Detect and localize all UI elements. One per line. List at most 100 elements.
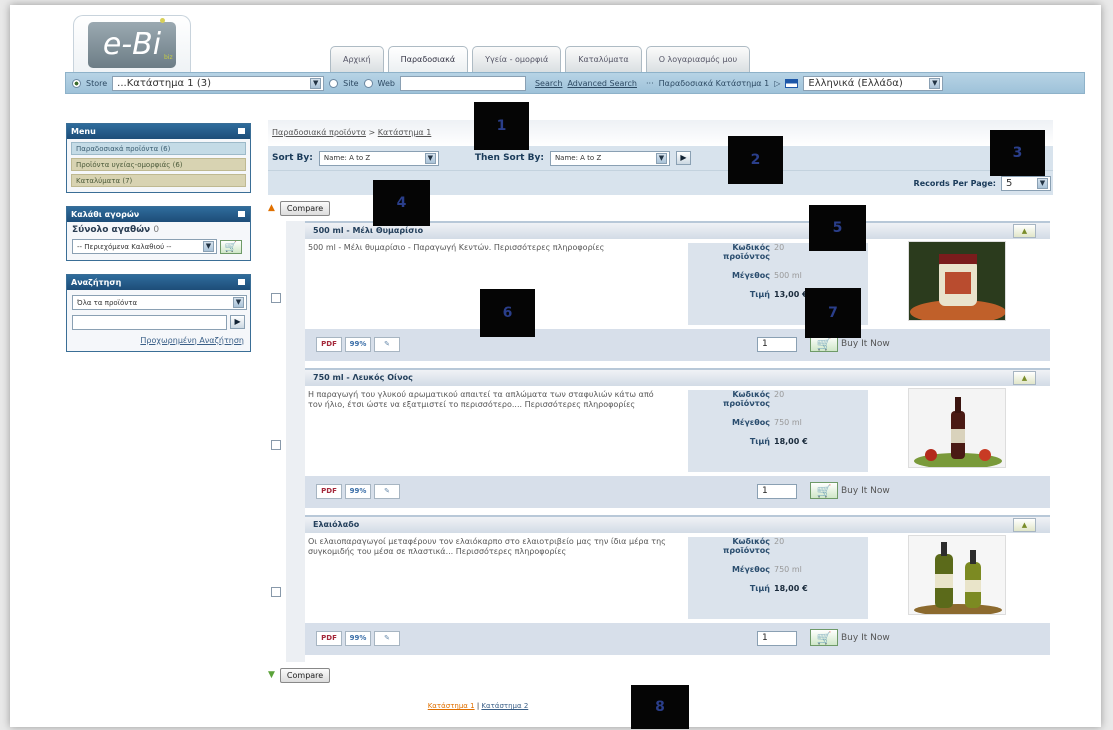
product-image-olive-oil[interactable]: [908, 535, 1006, 615]
expand-button[interactable]: ▲: [1013, 518, 1036, 532]
search-box-title: Αναζήτηση: [67, 275, 250, 290]
product-image-wine[interactable]: [908, 388, 1006, 468]
search-input[interactable]: [399, 75, 526, 91]
search-go-button[interactable]: ▶: [230, 315, 245, 329]
pdf-icon[interactable]: PDF: [316, 631, 342, 646]
sidebar-item-traditional[interactable]: Παραδοσιακά προϊόντα (6): [71, 142, 246, 155]
records-per-page-select[interactable]: 5 ▼: [1001, 175, 1051, 191]
search-link[interactable]: Search: [535, 79, 562, 88]
sidebar-item-health-beauty[interactable]: Προϊόντα υγείας-ομορφιάς (6): [71, 158, 246, 171]
tab-accommodation[interactable]: Καταλύματα: [565, 46, 642, 72]
pdf-icon[interactable]: PDF: [316, 484, 342, 499]
cart-contents-select[interactable]: -- Περιεχόμενα Καλαθιού -- ▼: [72, 239, 217, 254]
product-item: 500 ml - Μέλι Θυμαρίσιο ▲ 500 ml - Μέλι …: [268, 221, 1053, 368]
product-description: 500 ml - Μέλι θυμαρίσιο - Παραγωγή Κεντώ…: [308, 243, 605, 252]
product-compare-checkbox[interactable]: [271, 293, 281, 303]
edit-icon[interactable]: ✎: [374, 631, 400, 646]
product-footer: PDF 99% ✎ 1 🛒 Buy It Now: [305, 476, 1050, 508]
minimize-icon[interactable]: [238, 279, 245, 285]
store-radio[interactable]: [72, 78, 81, 88]
cart-icon[interactable]: 🛒: [810, 629, 838, 646]
attr-size: Μέγεθος 750 ml: [688, 565, 868, 574]
arrow-up-icon: ▲: [268, 203, 275, 213]
overlay-marker: 2: [728, 136, 783, 184]
site-logo[interactable]: e-Bi biz: [73, 15, 191, 75]
minimize-icon[interactable]: [238, 128, 245, 134]
product-description: Η παραγωγή του γλυκού αρωματικού απαιτεί…: [308, 390, 654, 409]
expand-button[interactable]: ▲: [1013, 371, 1036, 385]
logo-dot: [160, 18, 165, 23]
cart-total-label: Σύνολο αγαθών: [72, 225, 151, 235]
chevron-down-icon: ▼: [233, 297, 244, 308]
minimize-icon[interactable]: [238, 211, 245, 217]
pager-page-2[interactable]: Κατάστημα 2: [481, 702, 528, 710]
tab-my-account[interactable]: Ο λογαριασμός μου: [645, 46, 751, 72]
cart-box-title-text: Καλάθι αγορών: [71, 210, 140, 219]
quantity-input[interactable]: 1: [757, 484, 797, 499]
edit-icon[interactable]: ✎: [374, 337, 400, 352]
chevron-down-icon: ▼: [203, 241, 214, 252]
buy-now-label[interactable]: Buy It Now: [841, 633, 890, 643]
product-title[interactable]: Ελαιόλαδο: [313, 520, 359, 529]
product-compare-checkbox[interactable]: [271, 440, 281, 450]
attr-price-label: Τιμή: [749, 584, 770, 593]
compare-button[interactable]: Compare: [279, 667, 331, 683]
expand-button[interactable]: ▲: [1013, 224, 1036, 238]
attr-price: Τιμή 18,00 €: [688, 437, 868, 446]
sort-by-value: Name: A to Z: [323, 154, 371, 162]
store-select[interactable]: ...Κατάστημα 1 (3) ▼: [112, 75, 325, 91]
product-title[interactable]: 500 ml - Μέλι Θυμαρίσιο: [313, 226, 423, 235]
search-box: Αναζήτηση Όλα τα προϊόντα ▼ ▶ Προχωρημέν…: [66, 274, 251, 352]
cart-icon[interactable]: 🛒: [810, 482, 838, 499]
tab-health-beauty[interactable]: Υγεία - ομορφιά: [472, 46, 562, 72]
percent-icon[interactable]: 99%: [345, 484, 371, 499]
compare-button[interactable]: Compare: [279, 200, 331, 216]
pdf-icon[interactable]: PDF: [316, 337, 342, 352]
sort-by-select[interactable]: Name: A to Z ▼: [318, 150, 439, 166]
cart-box-title: Καλάθι αγορών: [67, 207, 250, 222]
product-action-icons: PDF 99% ✎: [316, 484, 400, 499]
tab-traditional[interactable]: Παραδοσιακά: [387, 46, 469, 72]
breadcrumb-current[interactable]: Κατάστημα 1: [378, 128, 432, 137]
tab-home[interactable]: Αρχική: [330, 46, 384, 72]
site-radio[interactable]: [329, 78, 339, 88]
buy-now-label[interactable]: Buy It Now: [841, 486, 890, 496]
percent-icon[interactable]: 99%: [345, 631, 371, 646]
product-title[interactable]: 750 ml - Λευκός Οίνος: [313, 373, 413, 382]
edit-icon[interactable]: ✎: [374, 484, 400, 499]
records-per-page-value: 5: [1006, 177, 1013, 189]
location-arrow-icon: ▷: [774, 78, 781, 88]
wine-bottle-picture: [909, 389, 1005, 467]
attr-code-value: 20: [774, 243, 785, 252]
search-category-select[interactable]: Όλα τα προϊόντα ▼: [72, 295, 247, 310]
sidebar-search-input[interactable]: [72, 315, 228, 330]
buy-now[interactable]: 🛒 Buy It Now: [810, 629, 890, 646]
quantity-input[interactable]: 1: [757, 631, 797, 646]
breadcrumb: Παραδοσιακά προϊόντα > Κατάστημα 1: [268, 120, 1053, 146]
sidebar-item-accommodation[interactable]: Καταλύματα (7): [71, 174, 246, 187]
product-item: Ελαιόλαδο ▲ Οι ελαιοπαραγωγοί μεταφέρουν…: [268, 515, 1053, 662]
main-tabs: Αρχική Παραδοσιακά Υγεία - ομορφιά Καταλ…: [330, 46, 751, 72]
chevron-down-icon: ▼: [424, 152, 436, 164]
web-radio[interactable]: [363, 78, 373, 88]
cart-total: Σύνολο αγαθών 0: [67, 222, 250, 237]
breadcrumb-parent[interactable]: Παραδοσιακά προϊόντα: [272, 128, 366, 137]
pager: Κατάστημα 1 | Κατάστημα 2: [268, 702, 688, 710]
cart-icon[interactable]: 🛒: [220, 239, 242, 254]
then-sort-by-select[interactable]: Name: A to Z ▼: [549, 150, 670, 166]
pager-page-1[interactable]: Κατάστημα 1: [428, 702, 475, 710]
cart-row: -- Περιεχόμενα Καλαθιού -- ▼ 🛒: [67, 237, 250, 260]
records-per-page-label: Records Per Page:: [913, 178, 996, 188]
site-header: e-Bi biz Αρχική Παραδοσιακά Υγεία - ομορ…: [65, 8, 1085, 118]
advanced-search-link[interactable]: Advanced Search: [567, 79, 637, 88]
sort-go-button[interactable]: ▶: [675, 151, 691, 165]
language-select[interactable]: Ελληνικά (Ελλάδα) ▼: [803, 75, 944, 91]
buy-now-label[interactable]: Buy It Now: [841, 339, 890, 349]
buy-now[interactable]: 🛒 Buy It Now: [810, 482, 890, 499]
advanced-search-link[interactable]: Προχωρημένη Αναζήτηση: [67, 333, 250, 351]
quantity-input[interactable]: 1: [757, 337, 797, 352]
percent-icon[interactable]: 99%: [345, 337, 371, 352]
product-compare-checkbox[interactable]: [271, 587, 281, 597]
product-image-honey[interactable]: [908, 241, 1006, 321]
attr-size: Μέγεθος 750 ml: [688, 418, 868, 427]
